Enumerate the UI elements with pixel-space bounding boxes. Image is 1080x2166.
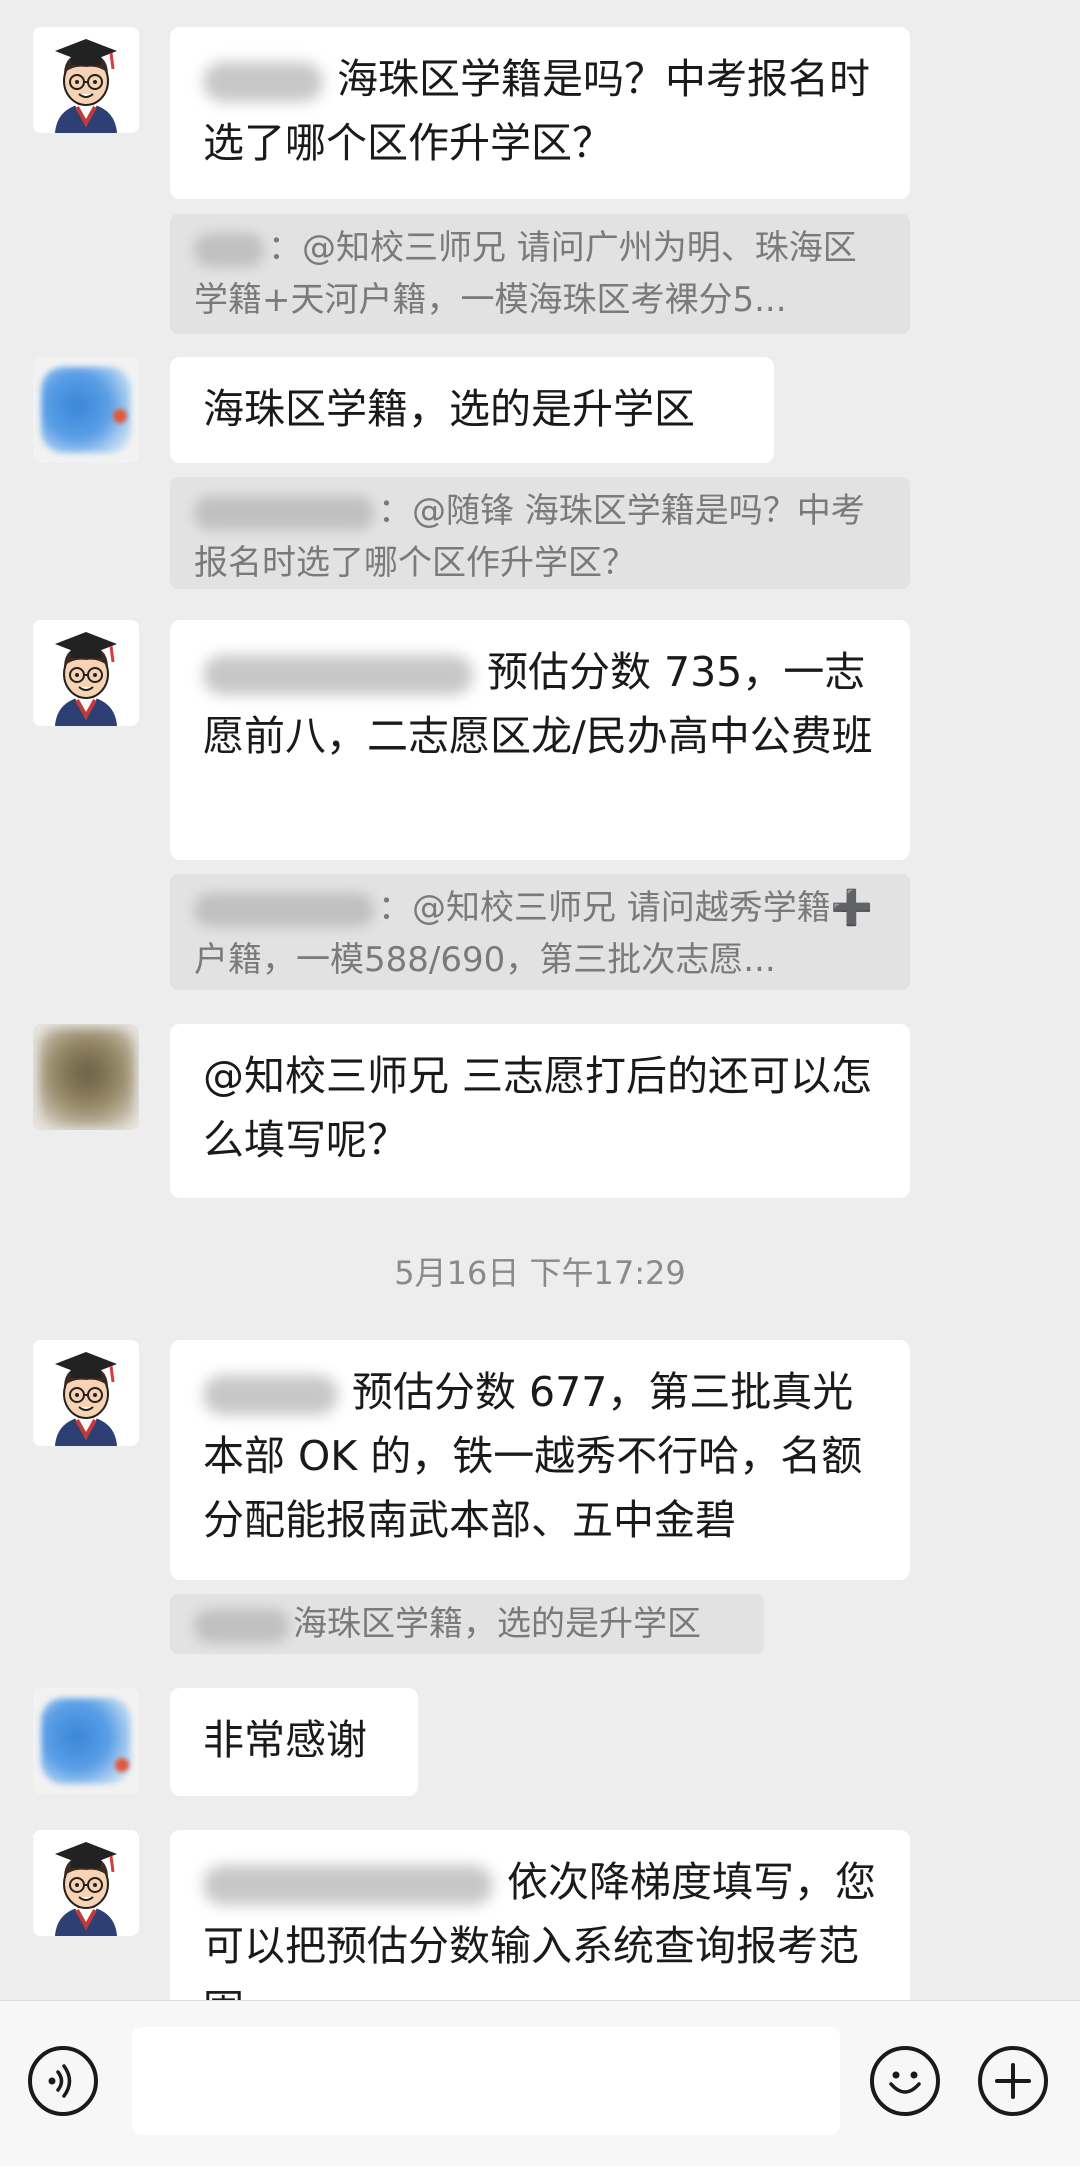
message-bubble[interactable]: 非常感谢 (170, 1688, 418, 1796)
blurred-sender-name (203, 655, 473, 695)
quote-text: ：@知校三师兄 请问广州为明、珠海区学籍+天河户籍，一模海珠区考裸分5... (194, 228, 857, 320)
blurred-avatar-icon[interactable] (33, 357, 139, 463)
quote-text: 海珠区学籍，选的是升学区 (293, 1604, 701, 1644)
message-bubble[interactable]: 海珠区学籍是吗？中考报名时选了哪个区作升学区？ (170, 27, 910, 199)
voice-icon[interactable] (28, 2046, 98, 2116)
blurred-sender-name (203, 1865, 493, 1905)
message-text: 海珠区学籍，选的是升学区 (203, 385, 695, 433)
blurred-quote-name (194, 1608, 289, 1643)
blurred-avatar-icon[interactable] (33, 1024, 139, 1130)
message-bubble[interactable]: @知校三师兄 三志愿打后的还可以怎么填写呢？ (170, 1024, 910, 1198)
timestamp: 5月16日 下午17:29 (394, 1254, 686, 1292)
chat-message-list[interactable]: 海珠区学籍是吗？中考报名时选了哪个区作升学区？ ：@知校三师兄 请问广州为明、珠… (0, 0, 1080, 2000)
blurred-avatar-icon[interactable] (33, 1688, 139, 1794)
message-bubble[interactable]: 海珠区学籍，选的是升学区 (170, 357, 774, 463)
message-input[interactable] (132, 2027, 840, 2135)
quoted-reply[interactable]: 海珠区学籍，选的是升学区 (170, 1594, 764, 1654)
emoji-icon[interactable] (870, 2046, 940, 2116)
blurred-quote-name (194, 892, 374, 927)
plus-icon[interactable] (978, 2046, 1048, 2116)
quoted-reply[interactable]: ：@知校三师兄 请问广州为明、珠海区学籍+天河户籍，一模海珠区考裸分5... (170, 214, 910, 334)
graduate-avatar-icon[interactable] (33, 620, 139, 726)
chat-input-bar (0, 2000, 1080, 2166)
quoted-reply[interactable]: ：@随锋 海珠区学籍是吗？中考报名时选了哪个区作升学区？ (170, 477, 910, 589)
blurred-quote-name (194, 495, 374, 530)
graduate-avatar-icon[interactable] (33, 1340, 139, 1446)
graduate-avatar-icon[interactable] (33, 27, 139, 133)
blurred-sender-name (203, 1375, 338, 1415)
message-bubble[interactable]: 依次降梯度填写，您可以把预估分数输入系统查询报考范围 (170, 1830, 910, 2000)
message-bubble[interactable]: 预估分数 677，第三批真光本部 OK 的，铁一越秀不行哈，名额分配能报南武本部… (170, 1340, 910, 1580)
message-bubble[interactable]: 预估分数 735，一志愿前八，二志愿区龙/民办高中公费班 (170, 620, 910, 860)
blurred-sender-name (203, 62, 323, 102)
graduate-avatar-icon[interactable] (33, 1830, 139, 1936)
blurred-quote-name (194, 232, 264, 267)
message-text: @知校三师兄 三志愿打后的还可以怎么填写呢？ (203, 1052, 873, 1164)
quoted-reply[interactable]: ：@知校三师兄 请问越秀学籍➕户籍，一模588/690，第三批次志愿... (170, 874, 910, 990)
message-text: 非常感谢 (203, 1716, 367, 1764)
